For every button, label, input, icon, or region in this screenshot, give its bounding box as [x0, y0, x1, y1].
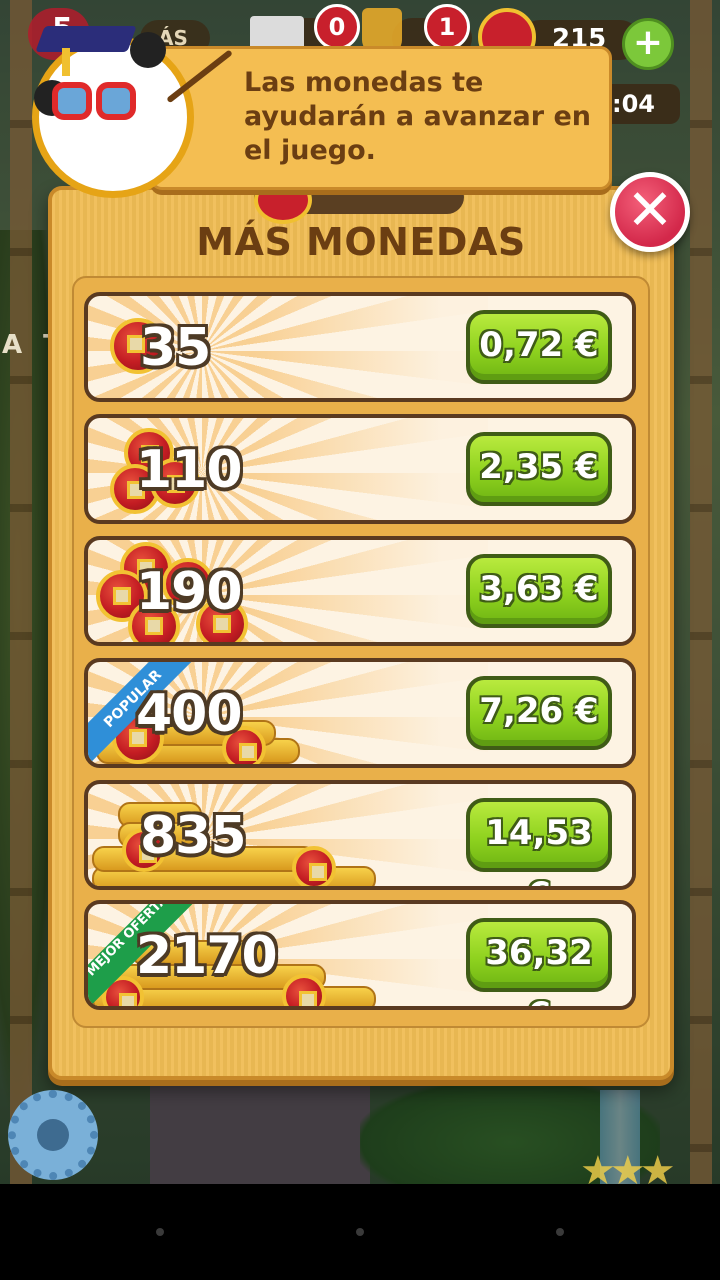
offer-row[interactable]: MEJOR OFERTA 2170 36,32 €: [84, 900, 636, 1010]
glasses-icon: [52, 82, 92, 120]
trophy-badge: 1: [424, 4, 470, 50]
gear-center: [37, 1119, 69, 1151]
timer-text: :04: [612, 90, 655, 118]
panda-ear-icon: [130, 32, 166, 68]
offer-amount: 835: [140, 806, 247, 866]
tassel-icon: [62, 48, 70, 76]
close-icon[interactable]: ✕: [610, 172, 690, 252]
nav-home-button[interactable]: [356, 1228, 364, 1236]
nav-back-button[interactable]: [156, 1228, 164, 1236]
buy-button[interactable]: 3,63 €: [466, 554, 612, 628]
buy-button[interactable]: 36,32 €: [466, 918, 612, 1006]
offer-amount: 2170: [136, 926, 278, 986]
graduation-cap-icon: [35, 26, 137, 52]
offer-amount: 35: [140, 318, 211, 378]
offer-row[interactable]: POPULAR 400 7,26 €: [84, 658, 636, 768]
offer-row[interactable]: 35 0,72 €: [84, 292, 636, 402]
offer-row[interactable]: 110 2,35 €: [84, 414, 636, 524]
offer-amount: 110: [136, 440, 243, 500]
dialog-title: MÁS MONEDAS: [196, 220, 526, 264]
offer-amount: 400: [136, 684, 243, 744]
buy-button[interactable]: 7,26 €: [466, 676, 612, 750]
buy-button[interactable]: 0,72 €: [466, 310, 612, 384]
offer-row[interactable]: 835 14,53 €: [84, 780, 636, 890]
offer-row[interactable]: 190 3,63 €: [84, 536, 636, 646]
nav-recents-button[interactable]: [556, 1228, 564, 1236]
glasses-icon: [96, 82, 136, 120]
offer-amount: 190: [136, 562, 243, 622]
messages-badge: 0: [314, 4, 360, 50]
add-coins-button[interactable]: +: [622, 18, 674, 70]
buy-button[interactable]: 2,35 €: [466, 432, 612, 506]
tutorial-message: Las monedas te ayudarán a avanzar en el …: [244, 67, 591, 166]
buy-button[interactable]: 14,53 €: [466, 798, 612, 886]
